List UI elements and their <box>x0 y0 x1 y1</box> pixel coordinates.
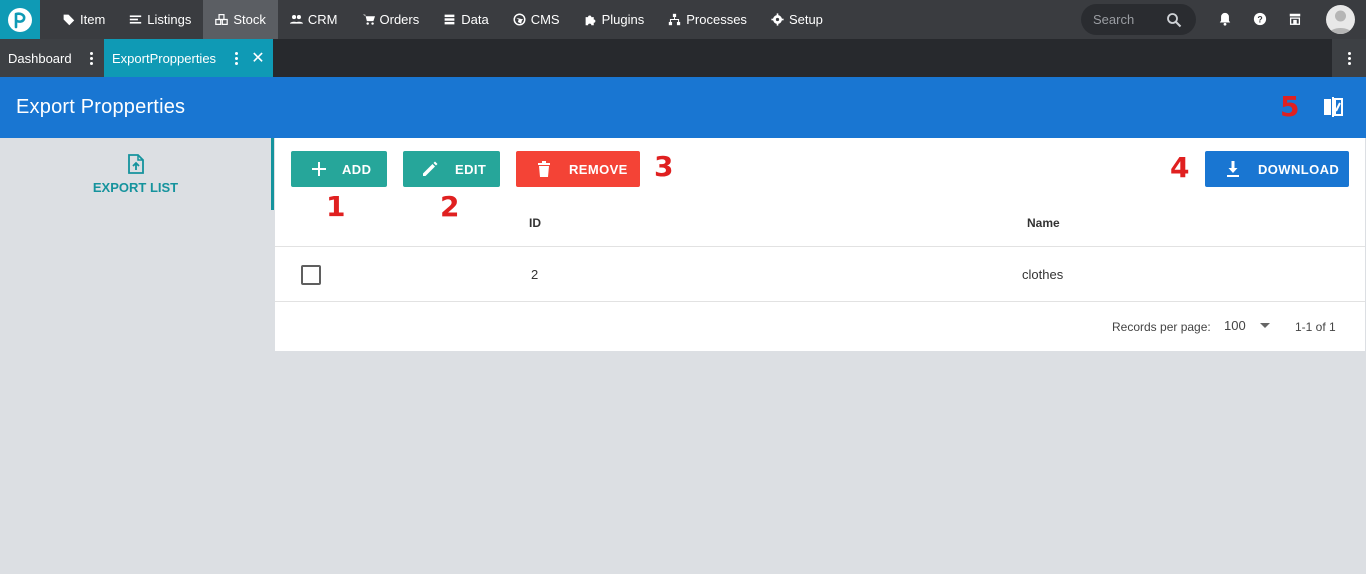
more-vert-icon[interactable] <box>229 51 243 65</box>
column-header-id[interactable]: ID <box>529 216 541 230</box>
nav-item-crm[interactable]: CRM <box>278 0 350 39</box>
records-per-page-select[interactable]: 100 <box>1224 318 1270 333</box>
nav-item-cms[interactable]: CMS <box>501 0 572 39</box>
cell-name: clothes <box>1022 267 1064 282</box>
edit-button-label: EDIT <box>455 161 487 177</box>
nav-item-label: Orders <box>379 12 420 27</box>
top-nav: Item Listings Stock CRM Orders Data CMS <box>0 0 1366 39</box>
search-input[interactable] <box>1093 12 1163 27</box>
split-view-icon[interactable] <box>1322 96 1344 118</box>
remove-button[interactable]: REMOVE <box>516 151 640 187</box>
row-checkbox[interactable] <box>301 265 321 285</box>
nav-item-item[interactable]: Item <box>50 0 117 39</box>
edit-button[interactable]: EDIT <box>403 151 500 187</box>
tabs-bar: Dashboard ExportPropperties ✕ <box>0 39 1366 77</box>
nav-item-label: Stock <box>233 12 266 27</box>
annotation-marker-1: 1 <box>326 190 346 223</box>
tab-export-propperties[interactable]: ExportPropperties ✕ <box>104 39 273 77</box>
nav-item-data[interactable]: Data <box>431 0 500 39</box>
nav-item-orders[interactable]: Orders <box>350 0 432 39</box>
process-icon <box>668 13 681 26</box>
sidebar-item-export-list[interactable]: EXPORT LIST <box>0 138 274 210</box>
nav-item-label: Processes <box>686 12 747 27</box>
puzzle-icon <box>584 13 597 26</box>
records-per-page-label: Records per page: <box>1112 320 1211 334</box>
annotation-marker-5: 5 <box>1280 90 1300 123</box>
svg-text:?: ? <box>1257 15 1262 25</box>
caret-down-icon <box>1259 323 1270 328</box>
tag-icon <box>62 13 75 26</box>
remove-button-label: REMOVE <box>569 161 628 177</box>
export-list-panel: ADD EDIT REMOVE DOWNLOAD 1 2 3 4 ID Name… <box>275 138 1365 351</box>
pagination-range: 1-1 of 1 <box>1295 320 1336 334</box>
page-title: Export Propperties <box>16 96 186 118</box>
annotation-marker-4: 4 <box>1170 151 1190 184</box>
download-icon <box>1227 161 1239 177</box>
cell-id: 2 <box>531 267 539 282</box>
plus-icon <box>312 162 326 176</box>
divider <box>275 246 1365 247</box>
sidebar: EXPORT LIST <box>0 138 274 574</box>
tab-label: Dashboard <box>8 50 72 66</box>
annotation-marker-3: 3 <box>654 150 674 183</box>
page-header: Export Propperties <box>0 77 1366 138</box>
nav-item-listings[interactable]: Listings <box>117 0 203 39</box>
nav-item-label: CMS <box>530 12 560 27</box>
tabs-menu-button[interactable] <box>1332 39 1366 77</box>
people-icon <box>289 13 303 26</box>
bell-icon[interactable] <box>1217 11 1233 27</box>
records-per-page-value: 100 <box>1224 318 1246 333</box>
nav-item-label: Setup <box>788 12 823 27</box>
nav-item-stock[interactable]: Stock <box>203 0 278 39</box>
file-upload-icon <box>127 153 144 174</box>
tab-label: ExportPropperties <box>112 50 217 66</box>
sidebar-item-label: EXPORT LIST <box>92 179 179 195</box>
download-button-label: DOWNLOAD <box>1258 161 1340 177</box>
app-logo[interactable] <box>0 0 40 39</box>
annotation-marker-2: 2 <box>440 190 460 223</box>
divider <box>275 301 1365 302</box>
shop-icon[interactable] <box>1287 11 1303 27</box>
nav-item-setup[interactable]: Setup <box>759 0 835 39</box>
add-button-label: ADD <box>342 161 372 177</box>
listings-icon <box>129 13 142 26</box>
nav-item-label: CRM <box>307 12 338 27</box>
logo-icon <box>8 7 32 32</box>
close-icon[interactable]: ✕ <box>249 48 267 68</box>
nav-item-label: Item <box>80 12 106 27</box>
pencil-icon <box>423 161 438 176</box>
nav-item-label: Plugins <box>601 12 645 27</box>
column-header-name[interactable]: Name <box>1027 216 1060 230</box>
stock-icon <box>215 13 229 26</box>
nav-item-label: Data <box>461 12 489 27</box>
gear-icon <box>771 13 784 26</box>
nav-item-plugins[interactable]: Plugins <box>572 0 657 39</box>
globe-icon <box>513 13 526 26</box>
download-button[interactable]: DOWNLOAD <box>1205 151 1349 187</box>
more-vert-icon[interactable] <box>84 51 98 65</box>
search-icon[interactable] <box>1166 12 1182 28</box>
avatar[interactable] <box>1326 5 1355 34</box>
add-button[interactable]: ADD <box>291 151 387 187</box>
tab-dashboard[interactable]: Dashboard <box>0 39 104 77</box>
trash-icon <box>538 161 550 177</box>
cart-icon <box>362 13 375 26</box>
database-icon <box>443 13 456 26</box>
nav-item-processes[interactable]: Processes <box>656 0 759 39</box>
user-icon <box>1329 10 1352 34</box>
help-icon[interactable]: ? <box>1252 11 1268 27</box>
nav-item-label: Listings <box>147 12 192 27</box>
global-search[interactable] <box>1081 4 1196 35</box>
